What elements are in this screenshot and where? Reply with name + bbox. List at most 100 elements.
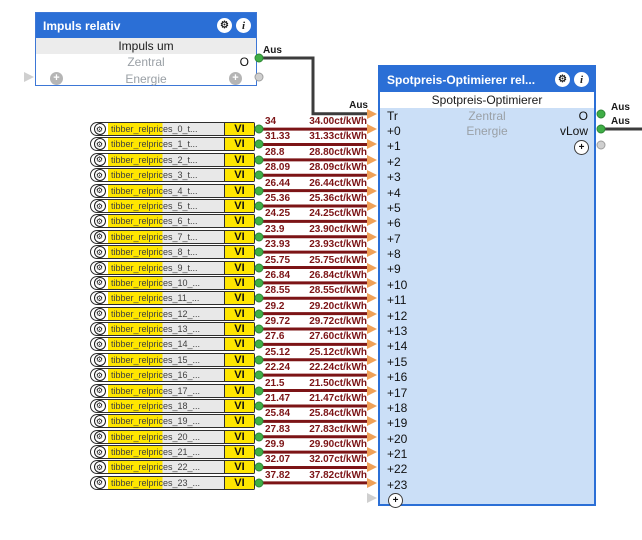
gear-icon[interactable]: ⚙ xyxy=(93,261,106,274)
gear-icon[interactable]: ⚙ xyxy=(93,123,106,136)
input-label-plus2[interactable]: +2 xyxy=(387,154,401,169)
input-connector-arrow[interactable] xyxy=(367,339,377,350)
input-connector-arrow[interactable] xyxy=(367,200,377,211)
vi-output-connector[interactable] xyxy=(254,339,264,349)
vi-output-connector[interactable] xyxy=(254,478,264,488)
vi-output-connector[interactable] xyxy=(254,370,264,380)
gear-icon[interactable]: ⚙ xyxy=(93,461,106,474)
input-connector-arrow[interactable] xyxy=(367,354,377,365)
input-connector-arrow[interactable] xyxy=(367,447,377,458)
gear-icon[interactable]: ⚙ xyxy=(93,323,106,336)
vi-block[interactable]: ⚙ tibber_relprices_1_t... VI xyxy=(90,137,255,152)
vi-block[interactable]: ⚙ tibber_relprices_5_t... VI xyxy=(90,199,255,213)
spotpreis-optimierer-block[interactable]: Spotpreis-Optimierer rel... ⚙ i Spotprei… xyxy=(378,65,596,508)
vi-output-connector[interactable] xyxy=(254,309,264,319)
vi-block[interactable]: ⚙ tibber_relprices_13_... VI xyxy=(90,322,255,337)
add-output-button[interactable]: + xyxy=(574,140,589,155)
gear-icon[interactable]: ⚙ xyxy=(93,230,106,243)
input-connector-arrow[interactable] xyxy=(367,170,377,181)
input-label-plus4[interactable]: +4 xyxy=(387,185,401,200)
vi-block[interactable]: ⚙ tibber_relprices_8_t... VI xyxy=(90,245,255,260)
input-label-plus1[interactable]: +1 xyxy=(387,139,401,154)
input-connector-arrow[interactable] xyxy=(367,124,377,135)
vi-block[interactable]: ⚙ tibber_relprices_2_t... VI xyxy=(90,152,255,167)
input-connector-arrow[interactable] xyxy=(367,400,377,411)
input-connector-arrow[interactable] xyxy=(367,231,377,242)
add-input-button[interactable]: + xyxy=(388,493,403,508)
vi-output-connector[interactable] xyxy=(254,462,264,472)
vi-output-connector[interactable] xyxy=(254,324,264,334)
input-label-plus17[interactable]: +17 xyxy=(387,385,407,400)
spot-block-header[interactable]: Spotpreis-Optimierer rel... ⚙ i xyxy=(380,67,594,92)
vi-output-connector[interactable] xyxy=(254,401,264,411)
gear-icon[interactable]: ⚙ xyxy=(93,292,106,305)
input-label-plus11[interactable]: +11 xyxy=(387,293,406,308)
spot-add-output-connector[interactable] xyxy=(596,140,606,150)
impuls-energie-output-connector[interactable] xyxy=(254,72,264,82)
input-connector-arrow[interactable] xyxy=(367,216,377,227)
vi-output-connector[interactable] xyxy=(254,201,264,211)
vi-block[interactable]: ⚙ tibber_relprices_3_t... VI xyxy=(90,168,255,183)
vi-output-connector[interactable] xyxy=(254,155,264,165)
input-connector-arrow[interactable] xyxy=(367,293,377,304)
vi-block[interactable]: ⚙ tibber_relprices_11_... VI xyxy=(90,291,255,306)
input-connector-arrow[interactable] xyxy=(367,462,377,473)
vi-output-connector[interactable] xyxy=(254,386,264,396)
vi-output-connector[interactable] xyxy=(254,447,264,457)
vi-block[interactable]: ⚙ tibber_relprices_17_... VI xyxy=(90,383,255,398)
impuls-block-header[interactable]: Impuls relativ ⚙ i xyxy=(36,13,256,38)
vi-output-connector[interactable] xyxy=(254,293,264,303)
input-connector-arrow[interactable] xyxy=(367,324,377,335)
vi-output-connector[interactable] xyxy=(254,232,264,242)
input-label-plus7[interactable]: +7 xyxy=(387,231,401,246)
input-label-plus14[interactable]: +14 xyxy=(387,339,407,354)
input-label-plus22[interactable]: +22 xyxy=(387,462,407,477)
impuls-relativ-block[interactable]: Impuls relativ ⚙ i Impuls um Zentral O +… xyxy=(35,12,257,86)
input-label-plus3[interactable]: +3 xyxy=(387,170,401,185)
spot-o-output-connector[interactable] xyxy=(596,109,606,119)
input-connector-arrow[interactable] xyxy=(367,385,377,396)
vi-block[interactable]: ⚙ tibber_relprices_6_t... VI xyxy=(90,214,255,229)
gear-icon[interactable]: ⚙ xyxy=(555,72,570,87)
info-icon[interactable]: i xyxy=(236,18,251,33)
gear-icon[interactable]: ⚙ xyxy=(93,353,106,366)
vi-block[interactable]: ⚙ tibber_relprices_0_t... VI xyxy=(90,122,255,137)
input-connector-arrow[interactable] xyxy=(367,108,377,119)
vi-output-connector[interactable] xyxy=(254,170,264,180)
vi-block[interactable]: ⚙ tibber_relprices_18_... VI xyxy=(90,398,255,413)
input-connector-arrow[interactable] xyxy=(367,431,377,442)
expand-output-icon[interactable]: + xyxy=(229,72,242,85)
vi-output-connector[interactable] xyxy=(254,124,264,134)
input-connector-arrow[interactable] xyxy=(367,370,377,381)
info-icon[interactable]: i xyxy=(574,72,589,87)
gear-icon[interactable]: ⚙ xyxy=(217,18,232,33)
input-label-plus21[interactable]: +21 xyxy=(387,446,407,461)
input-label-plus23[interactable]: +23 xyxy=(387,477,407,492)
vi-block[interactable]: ⚙ tibber_relprices_21_... VI xyxy=(90,445,255,460)
gear-icon[interactable]: ⚙ xyxy=(93,184,106,197)
gear-icon[interactable]: ⚙ xyxy=(93,276,106,289)
vi-block[interactable]: ⚙ tibber_relprices_9_t... VI xyxy=(90,260,255,275)
input-label-plus9[interactable]: +9 xyxy=(387,262,401,277)
vi-output-connector[interactable] xyxy=(254,416,264,426)
input-connector-arrow[interactable] xyxy=(367,416,377,427)
input-label-plus6[interactable]: +6 xyxy=(387,216,401,231)
add-input-connector-arrow[interactable] xyxy=(367,493,377,503)
input-label-plus19[interactable]: +19 xyxy=(387,416,407,431)
vi-block[interactable]: ⚙ tibber_relprices_14_... VI xyxy=(90,337,255,352)
input-connector-arrow[interactable] xyxy=(367,154,377,165)
input-label-plus8[interactable]: +8 xyxy=(387,246,401,261)
gear-icon[interactable]: ⚙ xyxy=(93,430,106,443)
vi-output-connector[interactable] xyxy=(254,216,264,226)
input-label-plus5[interactable]: +5 xyxy=(387,200,401,215)
spot-block-body[interactable]: Zentral Energie O vLow + + Tr +0 +1 +2 +3 +4 +… xyxy=(380,108,594,508)
input-label-plus12[interactable]: +12 xyxy=(387,308,407,323)
vi-block[interactable]: ⚙ tibber_relprices_12_... VI xyxy=(90,306,255,321)
wiring-canvas[interactable]: Impuls relativ ⚙ i Impuls um Zentral O +… xyxy=(0,0,642,540)
vi-output-connector[interactable] xyxy=(254,355,264,365)
input-connector-arrow[interactable] xyxy=(367,247,377,258)
input-label-plus10[interactable]: +10 xyxy=(387,277,407,292)
gear-icon[interactable]: ⚙ xyxy=(93,384,106,397)
vi-block[interactable]: ⚙ tibber_relprices_10_... VI xyxy=(90,275,255,290)
input-connector-arrow[interactable] xyxy=(367,185,377,196)
